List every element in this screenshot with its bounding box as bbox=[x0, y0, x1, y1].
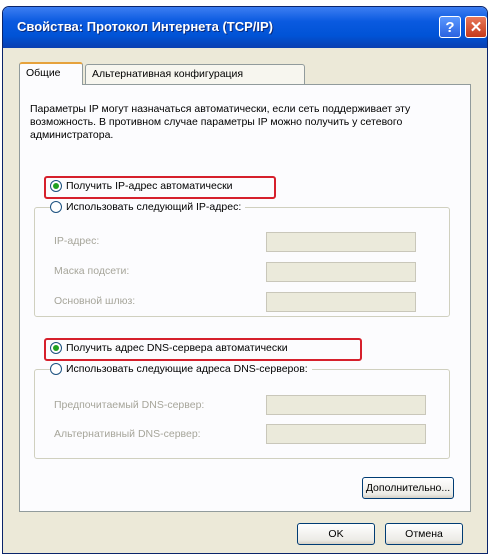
default-gateway-label: Основной шлюз: bbox=[54, 295, 136, 307]
ip-auto-label: Получить IP-адрес автоматически bbox=[66, 180, 233, 192]
ip-address-field bbox=[266, 232, 416, 252]
alternate-dns-label: Альтернативный DNS-сервер: bbox=[54, 428, 201, 440]
title-bar[interactable]: Свойства: Протокол Интернета (TCP/IP) ? … bbox=[3, 7, 487, 48]
subnet-mask-label: Маска подсети: bbox=[54, 265, 130, 277]
ok-button[interactable]: OK bbox=[297, 523, 375, 545]
close-button[interactable]: ✕ bbox=[465, 16, 487, 38]
tab-general[interactable]: Общие bbox=[19, 62, 83, 85]
dns-auto-label: Получить адрес DNS-сервера автоматически bbox=[66, 342, 288, 354]
subnet-mask-field bbox=[266, 262, 416, 282]
dns-manual-radio[interactable]: Использовать следующие адреса DNS-сервер… bbox=[50, 363, 312, 375]
tab-alternate-config[interactable]: Альтернативная конфигурация bbox=[85, 64, 305, 84]
preferred-dns-field bbox=[266, 395, 426, 415]
dns-manual-label: Использовать следующие адреса DNS-сервер… bbox=[66, 363, 308, 375]
radio-selected-icon bbox=[50, 342, 62, 354]
cancel-button[interactable]: Отмена bbox=[385, 523, 463, 545]
ip-manual-radio[interactable]: Использовать следующий IP-адрес: bbox=[50, 201, 246, 213]
description-text: Параметры IP могут назначаться автоматич… bbox=[30, 103, 411, 141]
dns-auto-radio[interactable]: Получить адрес DNS-сервера автоматически bbox=[50, 342, 288, 354]
radio-selected-icon bbox=[50, 180, 62, 192]
window-title: Свойства: Протокол Интернета (TCP/IP) bbox=[17, 19, 273, 34]
general-tab-panel: Параметры IP могут назначаться автоматич… bbox=[19, 84, 471, 512]
radio-unselected-icon bbox=[50, 201, 62, 213]
tcpip-properties-dialog: Свойства: Протокол Интернета (TCP/IP) ? … bbox=[2, 6, 488, 554]
close-icon: ✕ bbox=[469, 19, 483, 36]
advanced-button[interactable]: Дополнительно... bbox=[362, 477, 454, 499]
ip-address-label: IP-адрес: bbox=[54, 235, 100, 247]
ip-auto-radio[interactable]: Получить IP-адрес автоматически bbox=[50, 180, 233, 192]
default-gateway-field bbox=[266, 292, 416, 312]
radio-unselected-icon bbox=[50, 363, 62, 375]
ip-manual-label: Использовать следующий IP-адрес: bbox=[66, 201, 242, 213]
help-button[interactable]: ? bbox=[439, 16, 461, 38]
help-icon: ? bbox=[445, 19, 455, 36]
preferred-dns-label: Предпочитаемый DNS-сервер: bbox=[54, 399, 205, 411]
alternate-dns-field bbox=[266, 424, 426, 444]
